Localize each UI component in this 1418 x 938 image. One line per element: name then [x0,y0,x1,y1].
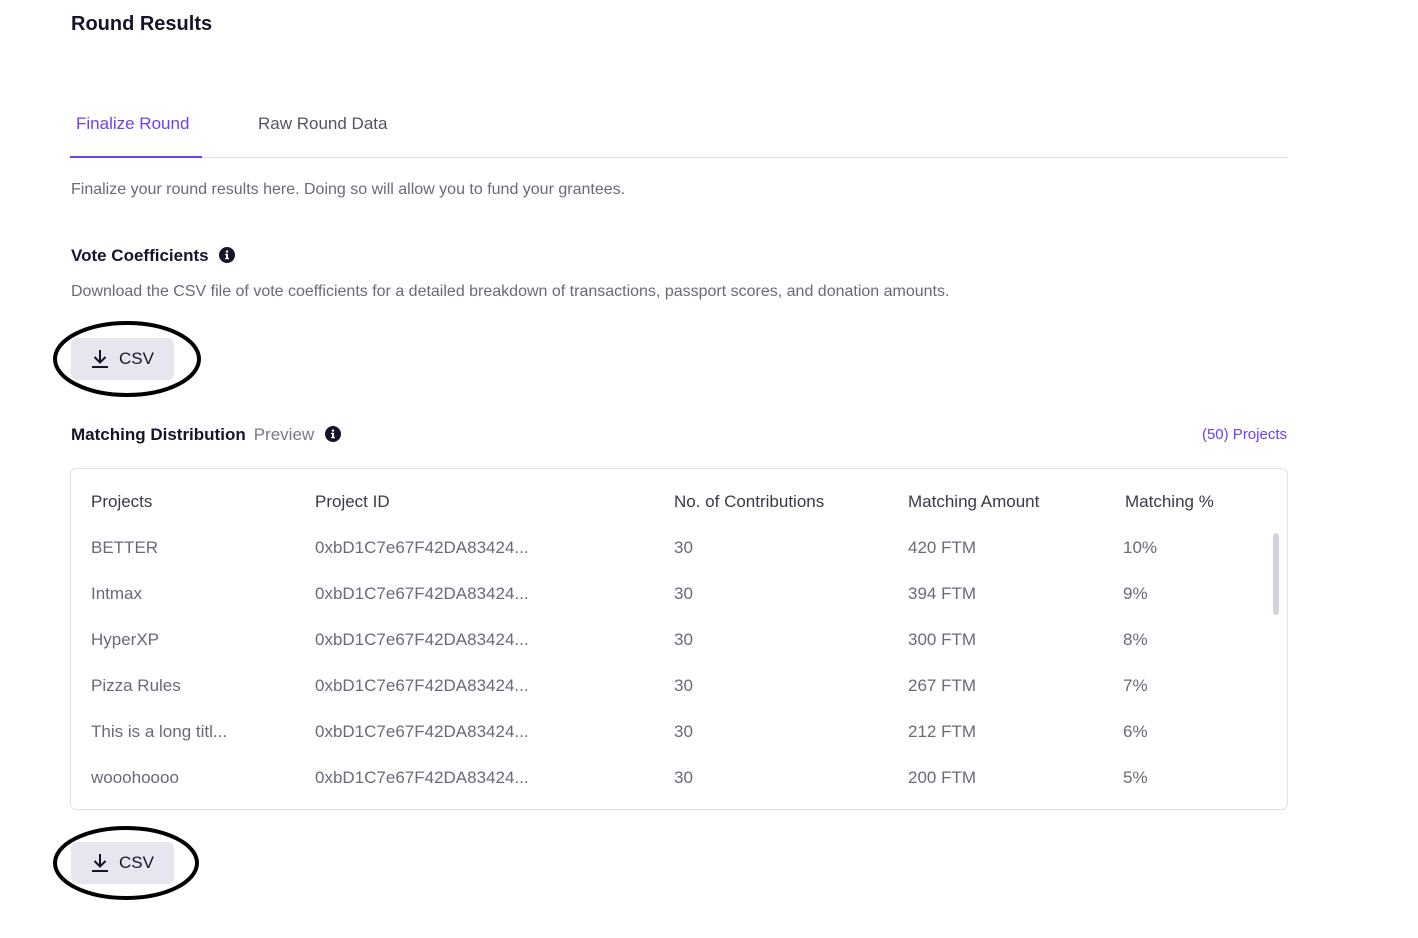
vote-coefficients-heading: Vote Coefficients [71,246,236,266]
cell-project-name: Pizza Rules [91,676,181,695]
cell-project-name: This is a long titl... [91,722,228,741]
cell-project-id: 0xbD1C7e67F42DA83424... [315,676,529,695]
cell-project-id: 0xbD1C7e67F42DA83424... [315,722,529,741]
cell-matching-amount: 420 FTM [908,538,977,557]
cell-project-id: 0xbD1C7e67F42DA83424... [315,584,529,603]
info-icon[interactable] [219,247,236,263]
cell-project-name: Intmax [91,584,143,603]
cell-matching-amount: 300 FTM [908,630,977,649]
cell-project-name: BETTER [91,538,159,557]
csv-button-label: CSV [119,853,154,872]
cell-matching-percent: 10% [1123,538,1158,557]
cell-matching-percent: 8% [1123,630,1148,649]
matching-distribution-table: Projects Project ID No. of Contributions… [70,468,1288,810]
cell-matching-percent: 9% [1123,584,1148,603]
info-icon[interactable] [324,426,341,442]
download-icon [92,854,109,872]
matching-distribution-csv-button[interactable]: CSV [71,842,174,884]
active-tab-indicator [70,156,202,158]
cell-contributions: 30 [674,722,693,741]
tab-raw-round-data[interactable]: Raw Round Data [258,114,387,134]
cell-matching-percent: 7% [1123,676,1148,695]
cell-matching-amount: 200 FTM [908,768,977,787]
download-icon [92,350,109,368]
vote-coefficients-csv-button[interactable]: CSV [71,338,174,380]
cell-project-id: 0xbD1C7e67F42DA83424... [315,538,529,557]
column-header-contributions: No. of Contributions [674,492,825,511]
intro-text: Finalize your round results here. Doing … [71,181,626,198]
column-header-matching-percent: Matching % [1125,492,1214,511]
vote-coefficients-title: Vote Coefficients [71,246,209,265]
cell-project-id: 0xbD1C7e67F42DA83424... [315,630,529,649]
column-header-project-id: Project ID [315,492,390,511]
column-header-matching-amount: Matching Amount [908,492,1040,511]
cell-matching-percent: 5% [1123,768,1148,787]
tab-finalize-round[interactable]: Finalize Round [76,114,189,134]
cell-contributions: 30 [674,584,693,603]
cell-matching-percent: 6% [1123,722,1148,741]
page-title: Round Results [71,13,213,35]
tab-bar: Finalize Round Raw Round Data [70,100,1288,158]
csv-button-label: CSV [119,349,154,368]
cell-project-name: HyperXP [91,630,160,649]
cell-project-id: 0xbD1C7e67F42DA83424... [315,768,529,787]
vote-coefficients-description: Download the CSV file of vote coefficien… [71,283,950,300]
table-scrollbar[interactable] [1273,533,1279,615]
cell-contributions: 30 [674,538,693,557]
column-header-projects: Projects [91,492,153,511]
cell-matching-amount: 267 FTM [908,676,977,695]
preview-label: Preview [253,425,315,444]
cell-matching-amount: 394 FTM [908,584,977,603]
cell-contributions: 30 [674,630,693,649]
matching-distribution-title: Matching Distribution [71,425,246,444]
project-count-link[interactable]: (50) Projects [1150,426,1287,443]
matching-distribution-heading: Matching Distribution Preview [71,425,341,445]
cell-contributions: 30 [674,676,693,695]
cell-matching-amount: 212 FTM [908,722,977,741]
cell-project-name: wooohoooo [91,768,179,787]
cell-contributions: 30 [674,768,693,787]
